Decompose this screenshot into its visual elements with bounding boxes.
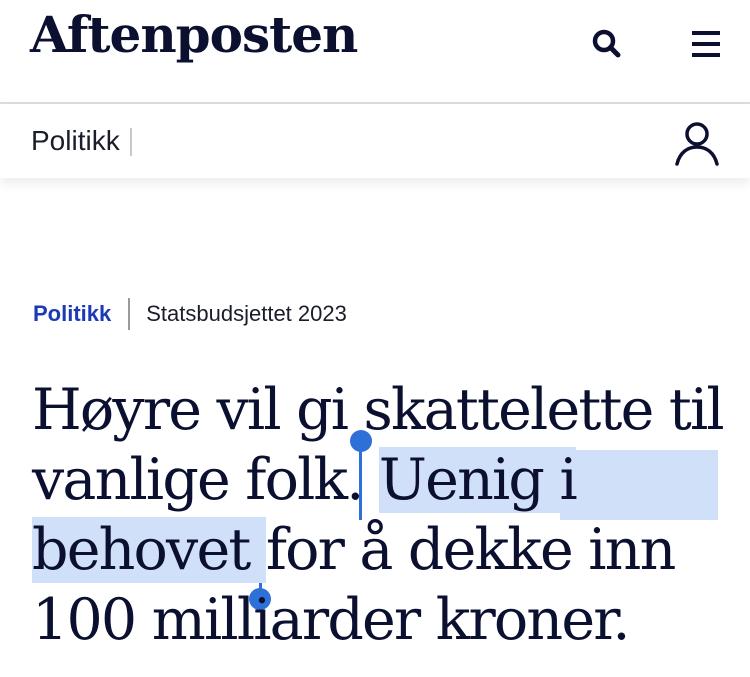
app-page: Aftenposten Politikk Politikk Statsbudsj…: [0, 0, 750, 677]
top-header: Aftenposten: [0, 0, 750, 104]
meta-divider: [128, 298, 131, 330]
article-meta: Politikk Statsbudsjettet 2023: [33, 296, 347, 332]
section-bar: Politikk: [0, 104, 750, 178]
search-button[interactable]: [588, 25, 628, 65]
headline-line-4: 100 milliarder kroner.: [32, 587, 631, 653]
menu-button[interactable]: [688, 25, 728, 65]
article-headline[interactable]: Høyre vil gi skattelette til vanlige fol…: [32, 375, 732, 655]
logo[interactable]: Aftenposten: [30, 10, 358, 60]
section-bar-label[interactable]: Politikk: [31, 125, 120, 157]
article-section-link[interactable]: Politikk: [33, 301, 111, 327]
headline-line-1: Høyre vil gi skattelette til: [32, 377, 725, 443]
headline-text: vanlige folk.: [32, 447, 379, 513]
selected-text: Uenig i: [378, 447, 578, 513]
selected-text: behovet: [32, 517, 266, 583]
section-bar-divider: [130, 128, 132, 156]
headline-line-3: behovet for å dekke inn: [32, 515, 732, 585]
headline-text: for å dekke inn: [265, 517, 676, 583]
profile-button[interactable]: [674, 120, 720, 166]
article-topic-link[interactable]: Statsbudsjettet 2023: [146, 301, 347, 327]
hamburger-menu-icon: [692, 31, 720, 57]
headline-line-2: vanlige folk. Uenig i: [32, 445, 732, 515]
search-icon: [592, 29, 621, 58]
user-profile-icon: [675, 122, 719, 166]
